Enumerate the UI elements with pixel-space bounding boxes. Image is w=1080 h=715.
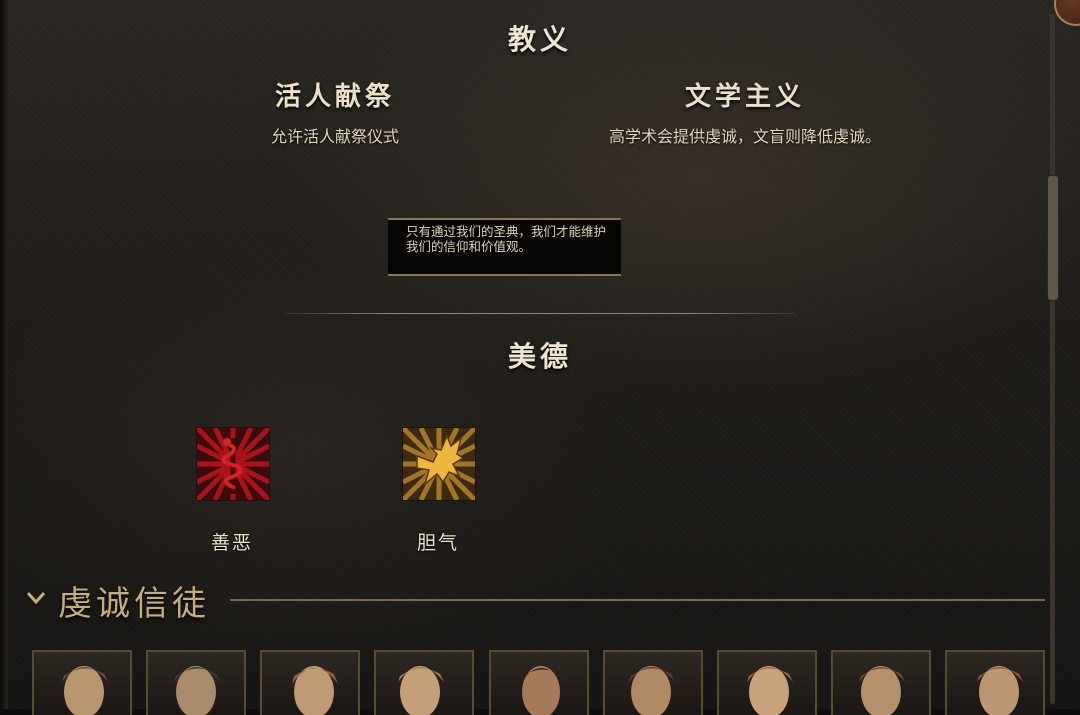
followers-divider	[230, 599, 1045, 601]
virtues-title: 美德	[507, 340, 572, 373]
tenet-desc-literalism: 高学术会提供虔诚，文盲则降低虔诚。	[608, 127, 881, 146]
follower-portrait[interactable]	[260, 650, 360, 715]
follower-portrait[interactable]	[945, 650, 1045, 715]
scrollbar-thumb[interactable]	[1047, 175, 1059, 301]
follower-portrait[interactable]	[603, 650, 703, 715]
tenet-desc-human-sacrifice: 允许活人献祭仪式	[270, 127, 399, 146]
section-divider	[285, 313, 795, 314]
follower-portrait[interactable]	[489, 650, 589, 715]
virtue-label-justice: 善恶	[210, 532, 253, 554]
tooltip-quote: 只有通过我们的圣典，我们才能维护我们的信仰和价值观。	[388, 218, 621, 276]
follower-portrait[interactable]	[717, 650, 817, 715]
followers-title[interactable]: 虔诚信徒	[58, 576, 210, 625]
caduceus-icon[interactable]	[195, 426, 271, 502]
virtue-label-courage: 胆气	[416, 532, 459, 554]
follower-portrait[interactable]	[32, 650, 132, 715]
follower-portrait[interactable]	[831, 650, 931, 715]
tenet-name-literalism[interactable]: 文学主义	[645, 76, 845, 113]
tenet-name-human-sacrifice[interactable]: 活人献祭	[235, 76, 435, 113]
follower-portrait[interactable]	[146, 650, 246, 715]
doctrine-title: 教义	[507, 23, 572, 56]
chevron-down-icon[interactable]	[24, 586, 48, 610]
eagle-icon[interactable]	[401, 426, 477, 502]
follower-portrait[interactable]	[374, 650, 474, 715]
